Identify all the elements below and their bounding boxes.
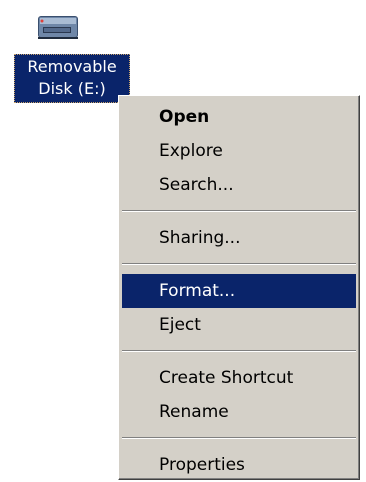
menu-item-search[interactable]: Search...	[122, 168, 356, 202]
menu-item-properties[interactable]: Properties	[122, 448, 356, 482]
menu-separator	[122, 437, 356, 439]
menu-item-explore[interactable]: Explore	[122, 134, 356, 168]
menu-item-sharing[interactable]: Sharing...	[122, 221, 356, 255]
menu-item-open[interactable]: Open	[122, 100, 356, 134]
menu-separator	[122, 350, 356, 352]
menu-item-format[interactable]: Format...	[122, 274, 356, 308]
removable-drive-icon[interactable]	[36, 10, 80, 44]
menu-item-create-shortcut[interactable]: Create Shortcut	[122, 361, 356, 395]
menu-item-rename[interactable]: Rename	[122, 395, 356, 429]
drive-label[interactable]: Removable Disk (E:)	[14, 54, 130, 103]
menu-item-eject[interactable]: Eject	[122, 308, 356, 342]
menu-separator	[122, 263, 356, 265]
menu-separator	[122, 210, 356, 212]
desktop: Removable Disk (E:) Open Explore Search.…	[0, 0, 366, 482]
context-menu: Open Explore Search... Sharing... Format…	[118, 95, 360, 480]
